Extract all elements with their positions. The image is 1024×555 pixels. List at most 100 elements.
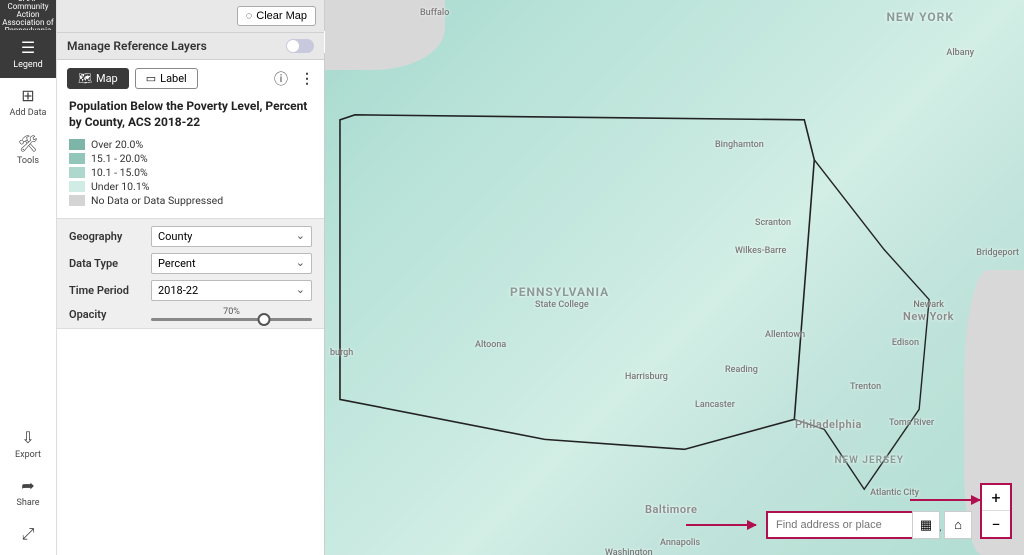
state-label: PENNSYLVANIA (510, 285, 609, 299)
city-label: Annapolis (660, 538, 700, 548)
manage-reference-layers-row[interactable]: Manage Reference Layers (57, 33, 324, 60)
map-tool-buttons: ▦ ⌂ (912, 511, 972, 539)
legend-panel: ◌ Clear Map ‹ Manage Reference Layers 🗺 … (57, 0, 325, 555)
eraser-icon: ◌ (246, 10, 253, 22)
opacity-value: 70% (223, 307, 240, 317)
geography-label: Geography (69, 230, 151, 243)
layer-controls: Geography County Data Type Percent Time … (57, 218, 324, 329)
legend-swatch (69, 139, 85, 150)
legend-swatch (69, 195, 85, 206)
nav-add-data[interactable]: ⊞ Add Data (0, 78, 56, 126)
tab-label[interactable]: ▭ Label (135, 68, 198, 89)
city-label: Edison (892, 338, 919, 348)
collapse-icon: ⤢ (22, 524, 35, 544)
slider-track[interactable] (151, 318, 312, 321)
nav-share-label: Share (17, 498, 40, 508)
app-logo: CAAP Community Action Association of Pen… (0, 0, 56, 30)
display-tabs: 🗺 Map ▭ Label ⓘ ⋮ (57, 60, 324, 95)
legend-swatch (69, 181, 85, 192)
state-label: NEW YORK (886, 10, 954, 24)
zoom-in-button[interactable]: + (982, 485, 1010, 511)
state-label: NEW JERSEY (834, 455, 904, 466)
city-label: Reading (725, 365, 758, 375)
share-icon: ➦ (21, 476, 34, 495)
city-label: Scranton (755, 218, 791, 228)
more-menu-icon[interactable]: ⋮ (300, 71, 314, 87)
city-label: Buffalo (420, 8, 449, 18)
nav-add-data-label: Add Data (10, 108, 47, 118)
datatype-label: Data Type (69, 257, 151, 270)
opacity-slider[interactable]: 70% (151, 307, 312, 321)
reference-layers-toggle[interactable] (286, 39, 314, 53)
legend-label: Under 10.1% (91, 180, 149, 193)
city-label: New York (903, 310, 954, 323)
nav-share[interactable]: ➦ Share (0, 468, 56, 516)
legend-swatch (69, 167, 85, 178)
opacity-label: Opacity (69, 308, 151, 321)
nav-legend[interactable]: ☰ Legend (0, 30, 56, 78)
clear-map-button[interactable]: ◌ Clear Map (237, 6, 316, 26)
basemap-button[interactable]: ▦ (912, 511, 940, 539)
tab-map-label: Map (96, 72, 118, 85)
city-label: Lancaster (695, 400, 735, 410)
info-icon[interactable]: ⓘ (274, 69, 288, 89)
legend-label: 10.1 - 15.0% (91, 166, 148, 179)
legend-item: 15.1 - 20.0% (69, 152, 312, 165)
list-icon: ☰ (21, 38, 35, 57)
tag-icon: ▭ (146, 72, 156, 85)
legend-label: No Data or Data Suppressed (91, 194, 223, 207)
wrench-icon: 🛠 (18, 134, 38, 153)
choropleth-layer (325, 0, 1024, 555)
slider-thumb[interactable] (257, 313, 270, 326)
city-label: Toms River (889, 418, 934, 428)
datatype-select[interactable]: Percent (151, 253, 312, 274)
legend-swatch (69, 153, 85, 164)
zoom-out-button[interactable]: − (982, 511, 1010, 537)
map-search: 🔍 (766, 511, 936, 539)
opacity-control: Opacity 70% (57, 304, 324, 324)
left-nav-rail: CAAP Community Action Association of Pen… (0, 0, 57, 555)
tab-map[interactable]: 🗺 Map (67, 68, 129, 89)
city-label: Harrisburg (625, 372, 668, 382)
nav-export-label: Export (15, 450, 41, 460)
city-label: Allentown (765, 330, 805, 340)
city-label: Binghamton (715, 140, 764, 150)
nav-tools[interactable]: 🛠 Tools (0, 126, 56, 174)
map-canvas[interactable]: Buffalo NEW YORK Albany Binghamton Scran… (325, 0, 1024, 555)
city-label: Trenton (850, 382, 881, 392)
legend-item: No Data or Data Suppressed (69, 194, 312, 207)
nav-fullscreen[interactable]: ⤢ (0, 516, 56, 555)
city-label: Bridgeport (976, 248, 1019, 258)
nav-export[interactable]: ⇩ Export (0, 420, 56, 468)
datatype-control: Data Type Percent (57, 250, 324, 277)
plus-box-icon: ⊞ (21, 86, 34, 105)
clear-map-label: Clear Map (256, 10, 307, 22)
manage-reference-label: Manage Reference Layers (67, 39, 207, 53)
timeperiod-select[interactable]: 2018-22 (151, 280, 312, 301)
legend-item: Under 10.1% (69, 180, 312, 193)
nav-tools-label: Tools (17, 156, 39, 166)
legend-item: 10.1 - 15.0% (69, 166, 312, 179)
tab-label-label: Label (160, 72, 187, 85)
city-label: Baltimore (645, 503, 697, 516)
legend-item: Over 20.0% (69, 138, 312, 151)
city-label: Philadelphia (795, 418, 862, 431)
timeperiod-control: Time Period 2018-22 (57, 277, 324, 304)
city-label: Altoona (475, 340, 506, 350)
city-label: Atlantic City (870, 488, 919, 498)
legend-label: Over 20.0% (91, 138, 143, 151)
zoom-controls: + − (980, 483, 1012, 539)
nav-legend-label: Legend (13, 60, 43, 70)
map-icon: 🗺 (78, 72, 92, 85)
legend-label: 15.1 - 20.0% (91, 152, 148, 165)
download-icon: ⇩ (21, 428, 34, 447)
home-extent-button[interactable]: ⌂ (944, 511, 972, 539)
city-label: burgh (330, 348, 353, 358)
city-label: Washington (605, 548, 653, 555)
geography-select[interactable]: County (151, 226, 312, 247)
city-label: State College (535, 300, 589, 310)
city-label: Wilkes-Barre (735, 246, 786, 256)
home-icon: ⌂ (954, 517, 962, 533)
search-input[interactable] (768, 519, 926, 531)
city-label: Albany (946, 48, 974, 58)
